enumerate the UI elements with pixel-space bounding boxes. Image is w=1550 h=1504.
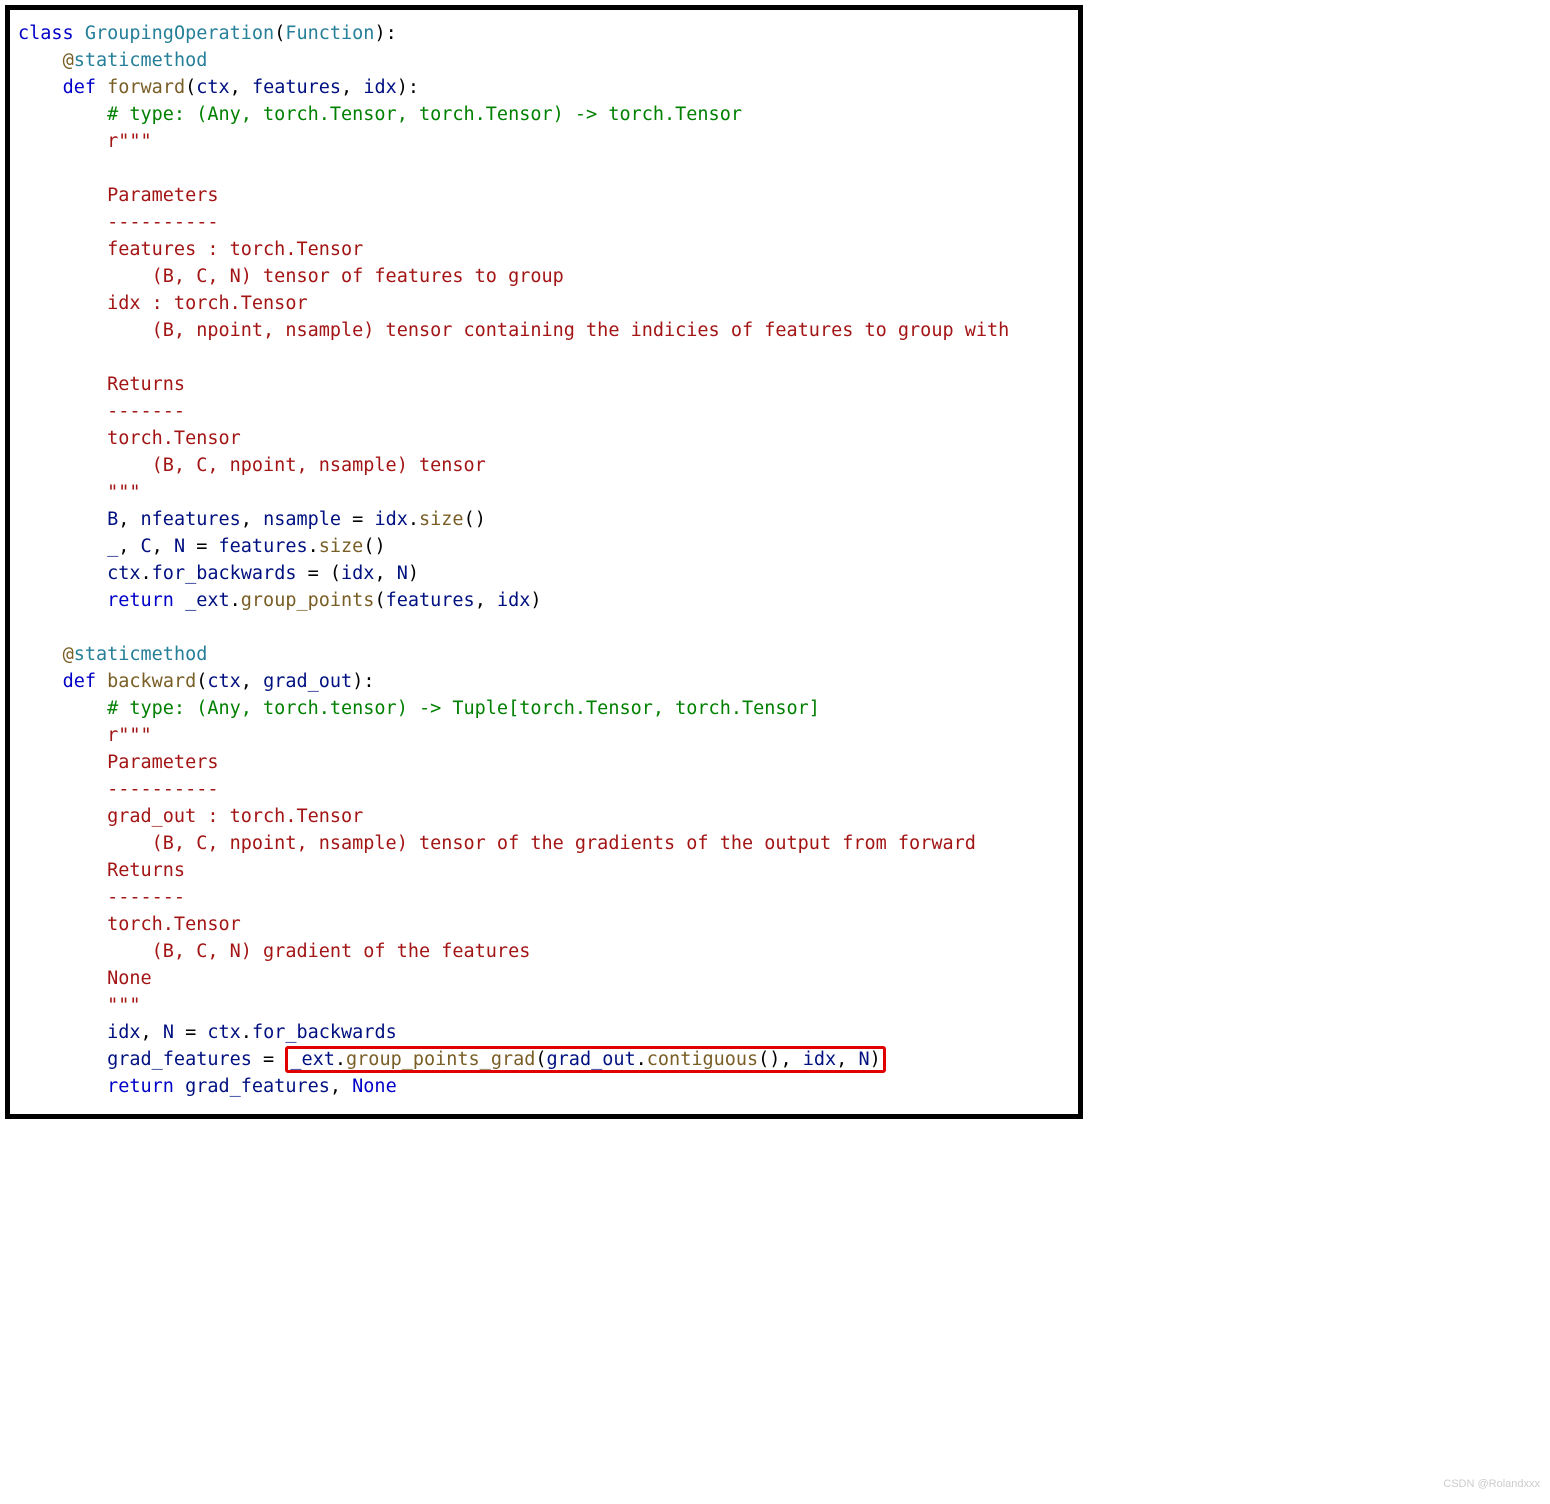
watermark: CSDN @Rolandxxx bbox=[1443, 1471, 1540, 1498]
line: return grad_features, None bbox=[18, 1076, 397, 1097]
line: (B, npoint, nsample) tensor containing t… bbox=[18, 320, 1009, 341]
line: ---------- bbox=[18, 779, 219, 800]
line: def forward(ctx, features, idx): bbox=[18, 77, 419, 98]
code-frame: class GroupingOperation(Function): @stat… bbox=[5, 5, 1083, 1119]
line: (B, C, npoint, nsample) tensor bbox=[18, 455, 486, 476]
line: B, nfeatures, nsample = idx.size() bbox=[18, 509, 486, 530]
line: Parameters bbox=[18, 752, 219, 773]
line: ctx.for_backwards = (idx, N) bbox=[18, 563, 419, 584]
line: def backward(ctx, grad_out): bbox=[18, 671, 374, 692]
line: grad_out : torch.Tensor bbox=[18, 806, 363, 827]
line: torch.Tensor bbox=[18, 914, 241, 935]
line: # type: (Any, torch.tensor) -> Tuple[tor… bbox=[18, 698, 820, 719]
line: features : torch.Tensor bbox=[18, 239, 363, 260]
line: return _ext.group_points(features, idx) bbox=[18, 590, 542, 611]
line: (B, C, N) tensor of features to group bbox=[18, 266, 564, 287]
line: grad_features = _ext.group_points_grad(g… bbox=[18, 1046, 886, 1073]
line: (B, C, npoint, nsample) tensor of the gr… bbox=[18, 833, 976, 854]
line: r""" bbox=[18, 725, 152, 746]
code-block: class GroupingOperation(Function): @stat… bbox=[18, 20, 1070, 1100]
line: """ bbox=[18, 995, 141, 1016]
line: None bbox=[18, 968, 152, 989]
line: @staticmethod bbox=[18, 50, 207, 71]
highlight-box: _ext.group_points_grad(grad_out.contiguo… bbox=[285, 1046, 885, 1073]
line: ------- bbox=[18, 401, 185, 422]
line: # type: (Any, torch.Tensor, torch.Tensor… bbox=[18, 104, 742, 125]
line: (B, C, N) gradient of the features bbox=[18, 941, 530, 962]
line: class GroupingOperation(Function): bbox=[18, 23, 397, 44]
line: idx : torch.Tensor bbox=[18, 293, 308, 314]
line: Parameters bbox=[18, 185, 219, 206]
line bbox=[18, 347, 107, 368]
line: ---------- bbox=[18, 212, 219, 233]
line: """ bbox=[18, 482, 141, 503]
line: r""" bbox=[18, 131, 152, 152]
line: Returns bbox=[18, 860, 185, 881]
line: Returns bbox=[18, 374, 185, 395]
line bbox=[18, 158, 107, 179]
line: @staticmethod bbox=[18, 644, 207, 665]
line: ------- bbox=[18, 887, 185, 908]
line: _, C, N = features.size() bbox=[18, 536, 386, 557]
line: idx, N = ctx.for_backwards bbox=[18, 1022, 397, 1043]
line: torch.Tensor bbox=[18, 428, 241, 449]
